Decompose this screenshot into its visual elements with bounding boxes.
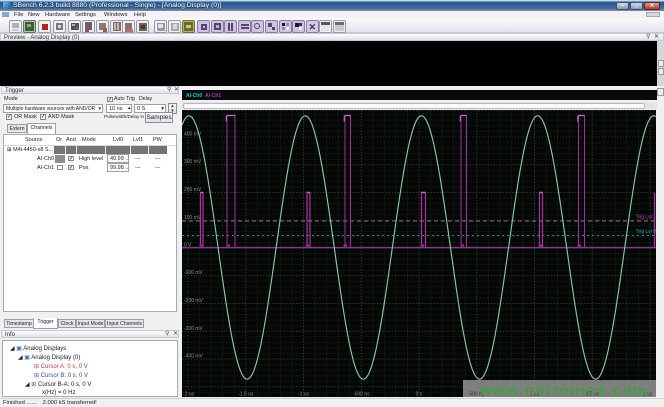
svg-text:300 mV: 300 mV bbox=[184, 159, 202, 165]
svg-text:-500 ns: -500 ns bbox=[353, 392, 370, 398]
svg-text:-2 us: -2 us bbox=[183, 392, 195, 398]
svg-text:-200 mV: -200 mV bbox=[184, 298, 204, 304]
svg-text:-1 us: -1 us bbox=[298, 392, 310, 398]
svg-text:-300 mV: -300 mV bbox=[184, 326, 204, 332]
svg-text:Trig Lvl 0: Trig Lvl 0 bbox=[636, 229, 656, 235]
svg-text:-400 mV: -400 mV bbox=[184, 354, 204, 360]
svg-text:0 s: 0 s bbox=[416, 392, 423, 398]
svg-text:www.cntronics.com: www.cntronics.com bbox=[479, 382, 648, 397]
svg-text:Trig Lvl 1: Trig Lvl 1 bbox=[636, 215, 656, 221]
svg-text:100 mV: 100 mV bbox=[184, 215, 202, 221]
svg-text:-100 mV: -100 mV bbox=[184, 270, 204, 276]
svg-text:200 mV: 200 mV bbox=[184, 187, 202, 193]
svg-text:-1.5 us: -1.5 us bbox=[238, 392, 254, 398]
